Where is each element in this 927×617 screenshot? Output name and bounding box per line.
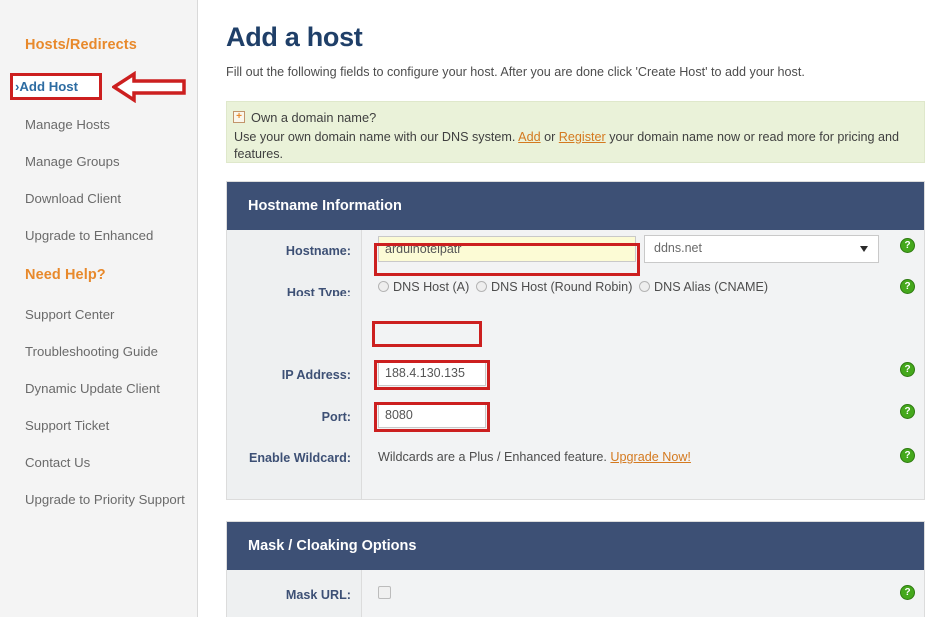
mask-url-label: Mask URL: bbox=[285, 588, 351, 602]
mask-panel-body: Mask URL: ? bbox=[227, 570, 924, 617]
sidebar-item-add-host-label[interactable]: ›Add Host bbox=[15, 79, 78, 94]
hostname-help-icon[interactable]: ? bbox=[900, 238, 915, 253]
register-domain-link[interactable]: Register bbox=[559, 130, 606, 144]
wildcard-help-icon[interactable]: ? bbox=[900, 448, 915, 463]
own-domain-notice: + Own a domain name? Use your own domain… bbox=[226, 101, 925, 163]
sidebar-item-troubleshooting-guide[interactable]: Troubleshooting Guide bbox=[0, 345, 198, 358]
sidebar-item-manage-groups[interactable]: Manage Groups bbox=[0, 155, 198, 168]
sidebar-item-manage-hosts[interactable]: Manage Hosts bbox=[0, 118, 198, 131]
add-host-text: Add Host bbox=[19, 79, 79, 94]
notice-text-mid: or bbox=[540, 130, 559, 144]
port-label: Port: bbox=[321, 410, 351, 424]
radio-dns-host-a-label: DNS Host (A) bbox=[393, 280, 470, 294]
mask-cloaking-panel: Mask / Cloaking Options Mask URL: ? bbox=[226, 521, 925, 617]
radio-dns-host-round-robin-icon bbox=[476, 281, 487, 292]
hostname-panel-heading: Hostname Information bbox=[227, 182, 924, 230]
page-intro-text: Fill out the following fields to configu… bbox=[226, 65, 805, 79]
chevron-down-icon bbox=[860, 246, 868, 252]
radio-dns-host-round-robin-label: DNS Host (Round Robin) bbox=[491, 280, 633, 294]
wildcard-notice: Wildcards are a Plus / Enhanced feature.… bbox=[378, 450, 691, 464]
domain-select-value: ddns.net bbox=[654, 241, 702, 255]
mask-panel-heading: Mask / Cloaking Options bbox=[227, 522, 924, 570]
mask-url-help-icon[interactable]: ? bbox=[900, 585, 915, 600]
sidebar-item-download-client[interactable]: Download Client bbox=[0, 192, 198, 205]
mask-url-checkbox[interactable] bbox=[378, 586, 391, 599]
notice-title: Own a domain name? bbox=[251, 110, 377, 125]
add-domain-link[interactable]: Add bbox=[518, 130, 540, 144]
port-input[interactable] bbox=[378, 402, 486, 428]
port-help-icon[interactable]: ? bbox=[900, 404, 915, 419]
sidebar-item-upgrade-to-priority-support[interactable]: Upgrade to Priority Support bbox=[0, 493, 198, 506]
radio-dns-host-a-icon bbox=[378, 281, 389, 292]
sidebar-heading-hosts-redirects: Hosts/Redirects bbox=[25, 37, 137, 53]
radio-dns-host-a[interactable]: DNS Host (A) bbox=[378, 280, 469, 294]
radio-dns-alias-cname[interactable]: DNS Alias (CNAME) bbox=[639, 280, 768, 294]
domain-select[interactable]: ddns.net bbox=[644, 235, 879, 263]
hostname-label: Hostname: bbox=[285, 244, 351, 258]
radio-dns-alias-cname-label: DNS Alias (CNAME) bbox=[654, 280, 769, 294]
sidebar-item-support-ticket[interactable]: Support Ticket bbox=[0, 419, 198, 432]
sidebar-item-support-center[interactable]: Support Center bbox=[0, 308, 198, 321]
hostname-input[interactable] bbox=[378, 236, 636, 262]
ip-address-input[interactable] bbox=[378, 360, 486, 386]
page-title: Add a host bbox=[226, 22, 363, 52]
ip-address-help-icon[interactable]: ? bbox=[900, 362, 915, 377]
wildcard-notice-text: Wildcards are a Plus / Enhanced feature. bbox=[378, 450, 611, 464]
enable-wildcard-label: Enable Wildcard: bbox=[248, 451, 351, 465]
radio-dns-host-round-robin[interactable]: DNS Host (Round Robin) bbox=[476, 280, 632, 294]
sidebar-item-upgrade-to-enhanced[interactable]: Upgrade to Enhanced bbox=[0, 229, 198, 242]
main-content: Add a host Fill out the following fields… bbox=[198, 0, 927, 617]
notice-text-before: Use your own domain name with our DNS sy… bbox=[234, 130, 519, 144]
host-type-help-icon[interactable]: ? bbox=[900, 279, 915, 294]
sidebar-item-dynamic-update-client[interactable]: Dynamic Update Client bbox=[0, 382, 198, 395]
red-arrow-annotation-icon bbox=[112, 71, 186, 103]
label-column-lower bbox=[227, 296, 362, 499]
hostname-information-panel-lower: IP Address: ? Port: ? Enable Wildc bbox=[226, 296, 925, 500]
sidebar-heading-need-help: Need Help? bbox=[25, 267, 106, 283]
ip-address-label: IP Address: bbox=[281, 368, 351, 382]
add-host-page: Hosts/Redirects Add Host Manage Hosts Ma… bbox=[0, 0, 927, 617]
sidebar-item-contact-us[interactable]: Contact Us bbox=[0, 456, 198, 469]
radio-dns-alias-cname-icon bbox=[639, 281, 650, 292]
expand-plus-icon[interactable]: + bbox=[233, 111, 245, 123]
hostname-panel-body-lower: IP Address: ? Port: ? Enable Wildc bbox=[227, 296, 924, 499]
upgrade-now-link[interactable]: Upgrade Now! bbox=[610, 450, 691, 464]
notice-body: Use your own domain name with our DNS sy… bbox=[234, 129, 904, 163]
